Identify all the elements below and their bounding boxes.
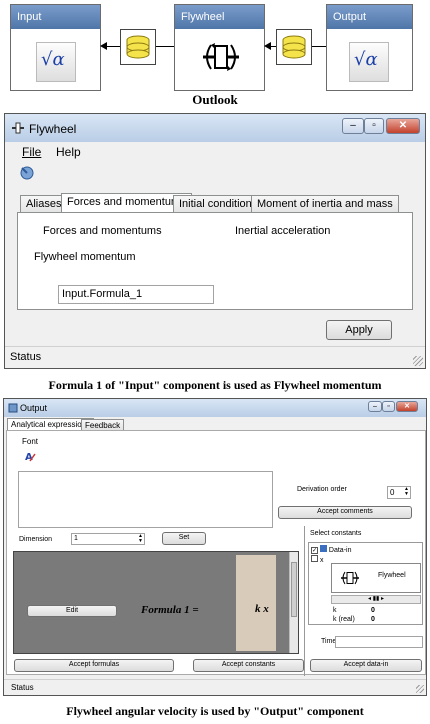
flywheel-component-header: Flywheel (175, 5, 264, 29)
database-icon (282, 35, 306, 59)
derivation-order-stepper[interactable]: 0 ▲ ▼ (387, 486, 411, 499)
close-button[interactable]: ✕ (386, 118, 420, 134)
tab-initial-conditions[interactable]: Initial conditions (173, 195, 264, 213)
minimize-button[interactable]: – (342, 118, 364, 134)
forces-label: Forces and momentums (43, 225, 162, 237)
flywheel-icon (203, 43, 239, 71)
constant-value: 0 (371, 607, 375, 614)
constant-row-k-real[interactable]: k (real) 0 (331, 616, 421, 624)
status-text: Status (11, 683, 34, 692)
time-label: Time (321, 638, 337, 645)
scrollbar-thumb[interactable] (291, 562, 297, 617)
window-title: Flywheel (29, 122, 77, 136)
toolbar-tool-icon[interactable] (19, 164, 35, 180)
formula-scrollbar[interactable] (289, 552, 298, 653)
caption-formula-input: Formula 1 of "Input" component is used a… (48, 378, 382, 392)
accept-datain-button[interactable]: Accept data-in (310, 659, 422, 672)
font-style-icon[interactable]: A (24, 450, 36, 462)
link-line-right-2 (312, 46, 326, 47)
close-button[interactable]: ✕ (396, 401, 418, 412)
minimize-button[interactable]: – (368, 401, 382, 412)
maximize-button[interactable]: ▫ (382, 401, 395, 412)
momentum-field[interactable]: Input.Formula_1 (58, 285, 214, 304)
arrowhead-right-icon (264, 42, 271, 50)
mini-flywheel-box: Flywheel (331, 563, 421, 593)
caption-angular-velocity: Flywheel angular velocity is used by "Ou… (66, 704, 364, 718)
input-component[interactable]: Input √α (10, 4, 101, 91)
tab-moment-of-inertia[interactable]: Moment of inertia and mass (251, 195, 399, 213)
input-component-header: Input (11, 5, 100, 29)
tree-item-x[interactable]: x (311, 555, 323, 564)
sqrt-alpha-icon: √α (36, 42, 76, 82)
mini-flywheel-label: Flywheel (378, 572, 406, 579)
resize-grip[interactable] (413, 356, 423, 366)
font-label[interactable]: Font (22, 437, 38, 446)
output-window: Output – ▫ ✕ Analytical expressions Feed… (3, 398, 427, 696)
accept-formulas-button[interactable]: Accept formulas (14, 659, 174, 672)
apply-button[interactable]: Apply (326, 320, 392, 340)
output-component-header: Output (327, 5, 412, 29)
constant-value: 0 (371, 616, 375, 623)
constant-name: k (333, 607, 337, 614)
forces-panel: Forces and momentums Inertial accelerati… (17, 212, 413, 310)
formula-expression: k x (255, 603, 269, 615)
constants-tree[interactable]: ✓ Data-in x Flywheel ◂ ▮▮ ▸ k 0 k (real)… (308, 542, 423, 625)
constant-name: k (real) (333, 616, 355, 623)
svg-text:A: A (25, 452, 33, 462)
app-icon (12, 122, 24, 134)
accept-constants-button[interactable]: Accept constants (193, 659, 304, 672)
sqrt-alpha-icon: √α (349, 42, 389, 82)
inertial-acceleration-label: Inertial acceleration (235, 225, 331, 237)
set-button[interactable]: Set (162, 532, 206, 545)
status-text: Status (10, 351, 42, 363)
checkbox-checked-icon[interactable]: ✓ (311, 547, 318, 554)
flywheel-statusbar: Status (5, 346, 425, 368)
tree-item-datain[interactable]: ✓ Data-in (311, 545, 351, 554)
time-field[interactable] (335, 636, 423, 648)
app-icon (8, 403, 18, 413)
output-component[interactable]: Output √α (326, 4, 413, 91)
dimension-label: Dimension (19, 536, 53, 543)
link-flywheel-output[interactable] (276, 29, 312, 65)
formula-expression-area: k x (236, 555, 276, 651)
flywheel-momentum-label: Flywheel momentum (34, 251, 136, 263)
analytical-panel: Font A Derivation order 0 ▲ ▼ Accept comm… (6, 430, 426, 676)
select-constants-label: Select constants (310, 530, 362, 537)
formula-text: Formula 1 = (141, 604, 199, 616)
stepper-arrows-icon[interactable]: ▲ ▼ (138, 534, 143, 544)
maximize-button[interactable]: ▫ (364, 118, 384, 134)
tab-feedback[interactable]: Feedback (81, 419, 125, 430)
stepper-arrows-icon[interactable]: ▲ ▼ (404, 487, 409, 497)
window-title: Output (20, 403, 48, 413)
output-statusbar: Status (4, 679, 426, 695)
accept-comments-button[interactable]: Accept comments (278, 506, 412, 519)
menu-file[interactable]: File (22, 145, 41, 159)
tree-expand-icon[interactable] (319, 545, 327, 552)
edit-button[interactable]: Edit (27, 605, 117, 617)
database-icon (126, 35, 150, 59)
flywheel-window: Flywheel – ▫ ✕ File Help Aliases Forces … (4, 113, 426, 369)
constant-row-k[interactable]: k 0 (331, 607, 421, 615)
dimension-stepper[interactable]: 1 ▲ ▼ (71, 533, 145, 545)
tree-hscrollbar[interactable]: ◂ ▮▮ ▸ (331, 595, 421, 604)
link-input-flywheel[interactable] (120, 29, 156, 65)
flywheel-titlebar[interactable]: Flywheel – ▫ ✕ (5, 114, 425, 142)
checkbox-unchecked-icon[interactable] (311, 555, 318, 562)
comments-textarea[interactable] (18, 471, 273, 528)
link-line-left-2 (156, 46, 174, 47)
resize-grip[interactable] (416, 685, 424, 693)
flywheel-icon (341, 571, 359, 585)
arrowhead-left-icon (100, 42, 107, 50)
output-titlebar[interactable]: Output – ▫ ✕ (4, 399, 426, 417)
menu-help[interactable]: Help (56, 145, 81, 159)
formula-area: Edit Formula 1 = k x (13, 551, 299, 654)
outlook-caption: Outlook (192, 92, 238, 107)
flywheel-component[interactable]: Flywheel (174, 4, 265, 91)
derivation-order-label: Derivation order (297, 486, 347, 493)
constants-panel: Select constants ✓ Data-in x Flywheel ◂ … (304, 526, 425, 676)
